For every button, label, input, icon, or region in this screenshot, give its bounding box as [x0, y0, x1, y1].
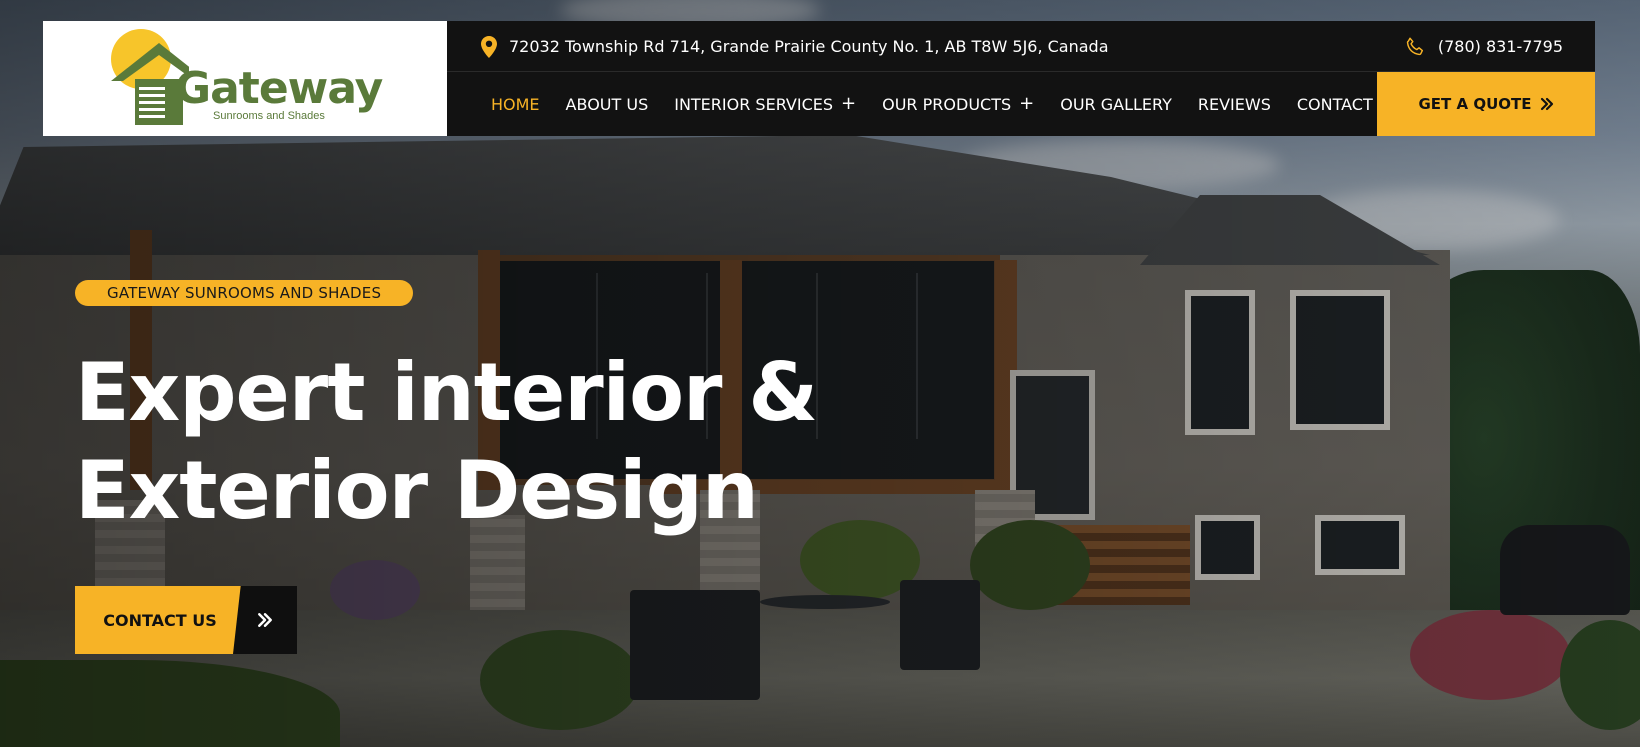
logo-link[interactable]: Gateway Sunrooms and Shades [43, 21, 447, 136]
nav-item-label: OUR GALLERY [1060, 94, 1172, 114]
nav-item-label: ABOUT US [565, 94, 649, 114]
nav-item-label: OUR PRODUCTS [882, 94, 1012, 114]
phone-link[interactable]: (780) 831-7795 [1404, 21, 1563, 72]
get-a-quote-button[interactable]: GET A QUOTE [1377, 72, 1595, 136]
nav-item-interior-services[interactable]: INTERIOR SERVICES + [674, 95, 856, 114]
double-chevron-right-icon [1540, 97, 1553, 111]
contact-us-arrow [233, 586, 297, 654]
hero-title: Expert interior & Exterior Design [75, 344, 835, 540]
logo-wordmark: Gateway [175, 63, 383, 114]
site-header: Gateway Sunrooms and Shades 72032 Townsh… [43, 21, 1595, 136]
nav-item-our-gallery[interactable]: OUR GALLERY [1060, 95, 1172, 114]
hero-contact-us-button[interactable]: CONTACT US [75, 586, 297, 654]
nav-item-reviews[interactable]: REVIEWS [1198, 95, 1271, 114]
phone-text: (780) 831-7795 [1437, 37, 1563, 56]
nav-item-home[interactable]: HOME [491, 95, 540, 114]
address-block: 72032 Township Rd 714, Grande Prairie Co… [481, 21, 1109, 72]
expand-plus-icon[interactable]: + [841, 95, 856, 113]
logo-tagline: Sunrooms and Shades [213, 110, 325, 122]
double-chevron-right-icon [258, 613, 272, 627]
nav-item-label: HOME [491, 94, 540, 114]
main-navigation: HOME ABOUT US INTERIOR SERVICES + OUR PR… [447, 72, 1595, 136]
hero-title-line-1: Expert interior & [75, 346, 818, 439]
hero-title-line-2: Exterior Design [75, 444, 759, 537]
nav-item-about-us[interactable]: ABOUT US [566, 95, 649, 114]
expand-plus-icon[interactable]: + [1019, 95, 1034, 113]
nav-item-our-products[interactable]: OUR PRODUCTS + [882, 95, 1034, 114]
hero-badge: GATEWAY SUNROOMS AND SHADES [75, 280, 414, 306]
get-a-quote-label: GET A QUOTE [1418, 95, 1532, 113]
top-info-bar: 72032 Township Rd 714, Grande Prairie Co… [447, 21, 1595, 72]
nav-item-label: REVIEWS [1197, 94, 1271, 114]
map-pin-icon [481, 35, 497, 58]
contact-us-label: CONTACT US [75, 586, 245, 654]
phone-icon [1406, 37, 1423, 55]
address-text: 72032 Township Rd 714, Grande Prairie Co… [509, 37, 1109, 56]
nav-item-label: INTERIOR SERVICES [674, 94, 834, 114]
